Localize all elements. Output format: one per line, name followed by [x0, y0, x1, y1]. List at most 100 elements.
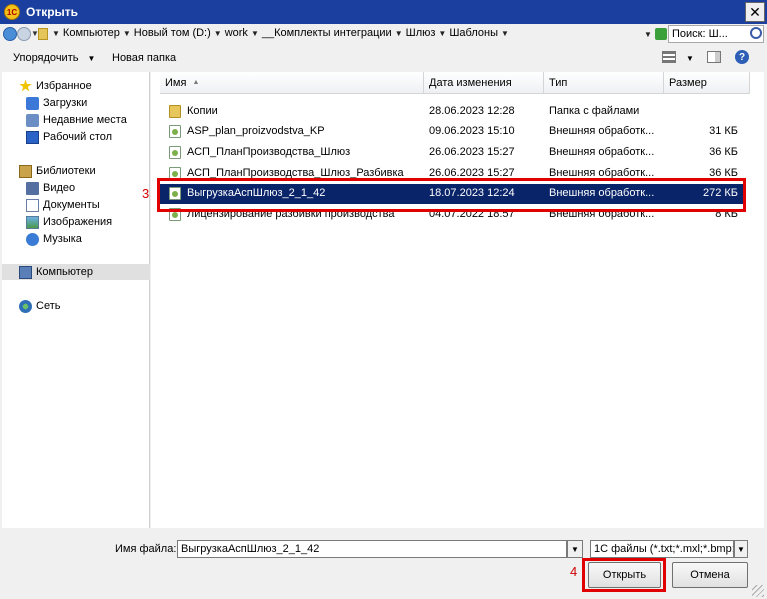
column-header-size[interactable]: Размер — [664, 72, 750, 94]
back-button[interactable] — [3, 27, 17, 41]
network-icon — [19, 299, 32, 313]
new-folder-button[interactable]: Новая папка — [112, 52, 176, 64]
file-row[interactable]: АСП_ПланПроизводства_Шлюз 26.06.2023 15:… — [160, 143, 743, 163]
file-size: 36 КБ — [709, 146, 738, 158]
crumb-templates[interactable]: Шаблоны — [449, 27, 498, 39]
epf-file-icon — [169, 167, 181, 178]
nav-label: Документы — [43, 199, 100, 211]
nav-computer[interactable]: Компьютер — [2, 264, 150, 280]
desktop-icon — [26, 130, 39, 144]
file-row[interactable]: АСП_ПланПроизводства_Шлюз_Разбивка 26.06… — [160, 164, 743, 178]
refresh-icon[interactable] — [655, 28, 667, 40]
views-dropdown[interactable]: ▼ — [686, 54, 694, 63]
recent-places-icon — [26, 113, 39, 127]
address-dropdown[interactable]: ▼ — [644, 30, 652, 39]
search-placeholder: Поиск: Ш... — [672, 28, 728, 40]
nav-downloads[interactable]: Загрузки — [26, 95, 87, 111]
window-title: Открыть — [26, 5, 79, 19]
crumb-work[interactable]: work — [225, 27, 248, 39]
file-type: Внешняя обработк... — [549, 125, 655, 137]
column-header-type[interactable]: Тип — [544, 72, 664, 94]
nav-recent[interactable]: Недавние места — [26, 112, 127, 128]
file-row[interactable]: Копии 28.06.2023 12:28 Папка с файлами — [160, 102, 743, 122]
nav-label: Рабочий стол — [43, 131, 113, 143]
file-name: ASP_plan_proizvodstva_KP — [187, 125, 325, 137]
file-date: 09.06.2023 15:10 — [429, 125, 515, 137]
column-header-name[interactable]: Имя ▲ — [160, 72, 424, 94]
navigation-pane: Избранное Загрузки Недавние места Рабочи… — [2, 72, 150, 528]
epf-file-icon — [169, 125, 181, 138]
chevron-down-icon: ▼ — [571, 544, 579, 554]
file-date: 28.06.2023 12:28 — [429, 105, 515, 117]
nav-libraries[interactable]: Библиотеки — [19, 163, 96, 179]
music-icon — [26, 232, 39, 246]
file-type: Внешняя обработк... — [549, 146, 655, 158]
nav-label: Видео — [43, 182, 76, 194]
folder-icon — [169, 105, 181, 118]
file-size: 36 КБ — [709, 167, 738, 178]
close-icon: ✕ — [749, 3, 761, 20]
chevron-down-icon[interactable]: ▼ — [52, 29, 60, 38]
chevron-down-icon: ▼ — [737, 544, 745, 554]
file-type: Внешняя обработк... — [549, 167, 655, 178]
nav-favorites[interactable]: Избранное — [19, 78, 92, 94]
chevron-down-icon[interactable]: ▼ — [395, 29, 403, 38]
annotation-step-4: 4 — [570, 564, 578, 579]
file-type-filter[interactable]: 1С файлы (*.txt;*.mxl;*.bmp; — [590, 540, 734, 558]
nav-label: Избранное — [36, 80, 92, 92]
file-date: 26.06.2023 15:27 — [429, 167, 515, 178]
organize-label: Упорядочить — [13, 52, 79, 64]
preview-pane-icon[interactable] — [707, 51, 721, 63]
forward-button[interactable] — [17, 27, 31, 41]
file-date: 26.06.2023 15:27 — [429, 146, 515, 158]
file-name: АСП_ПланПроизводства_Шлюз — [187, 146, 351, 158]
star-icon — [19, 79, 32, 92]
title-bar — [0, 0, 767, 24]
nav-label: Компьютер — [36, 266, 93, 278]
file-size: 31 КБ — [709, 125, 738, 137]
nav-documents[interactable]: Документы — [26, 197, 100, 213]
file-row[interactable]: ASP_plan_proizvodstva_KP 09.06.2023 15:1… — [160, 122, 743, 142]
crumb-shluz[interactable]: Шлюз — [406, 27, 436, 39]
resize-grip[interactable] — [752, 585, 764, 597]
nav-label: Загрузки — [43, 97, 88, 109]
filename-input[interactable]: ВыгрузкаАспШлюз_2_1_42 — [177, 540, 567, 558]
crumb-drive-d[interactable]: Новый том (D:) — [134, 27, 211, 39]
annotation-highlight-file — [157, 178, 746, 212]
chevron-down-icon[interactable]: ▼ — [501, 29, 509, 38]
folder-icon — [38, 28, 48, 40]
nav-music[interactable]: Музыка — [26, 231, 82, 247]
epf-file-icon — [169, 146, 181, 159]
nav-label: Изображения — [43, 216, 113, 228]
nav-label: Сеть — [36, 300, 61, 312]
computer-icon — [19, 265, 32, 279]
downloads-icon — [26, 96, 39, 110]
nav-label: Библиотеки — [36, 165, 96, 177]
filename-dropdown[interactable]: ▼ — [567, 540, 583, 558]
nav-desktop[interactable]: Рабочий стол — [26, 129, 112, 145]
nav-network[interactable]: Сеть — [19, 298, 60, 314]
crumb-computer[interactable]: Компьютер — [63, 27, 120, 39]
views-icon[interactable] — [662, 51, 676, 63]
chevron-down-icon[interactable]: ▼ — [214, 29, 222, 38]
file-type-dropdown[interactable]: ▼ — [734, 540, 748, 558]
organize-button[interactable]: Упорядочить ▼ — [13, 52, 95, 64]
chevron-down-icon[interactable]: ▼ — [251, 29, 259, 38]
help-icon[interactable]: ? — [735, 50, 749, 64]
nav-video[interactable]: Видео — [26, 180, 75, 196]
chevron-down-icon[interactable]: ▼ — [123, 29, 131, 38]
search-icon[interactable] — [750, 27, 762, 39]
column-header-date[interactable]: Дата изменения — [424, 72, 544, 94]
chevron-down-icon: ▼ — [87, 54, 96, 63]
crumb-integration[interactable]: __Комплекты интеграции — [262, 27, 392, 39]
chevron-down-icon[interactable]: ▼ — [438, 29, 446, 38]
close-button[interactable]: ✕ — [745, 2, 765, 22]
nav-label: Недавние места — [43, 114, 127, 126]
images-icon — [26, 215, 39, 229]
nav-label: Музыка — [43, 233, 82, 245]
breadcrumb: ▼ Компьютер ▼ Новый том (D:) ▼ work ▼ __… — [52, 27, 512, 39]
cancel-button[interactable]: Отмена — [672, 562, 748, 588]
file-name: Копии — [187, 105, 218, 117]
file-type: Папка с файлами — [549, 105, 640, 117]
nav-images[interactable]: Изображения — [26, 214, 112, 230]
